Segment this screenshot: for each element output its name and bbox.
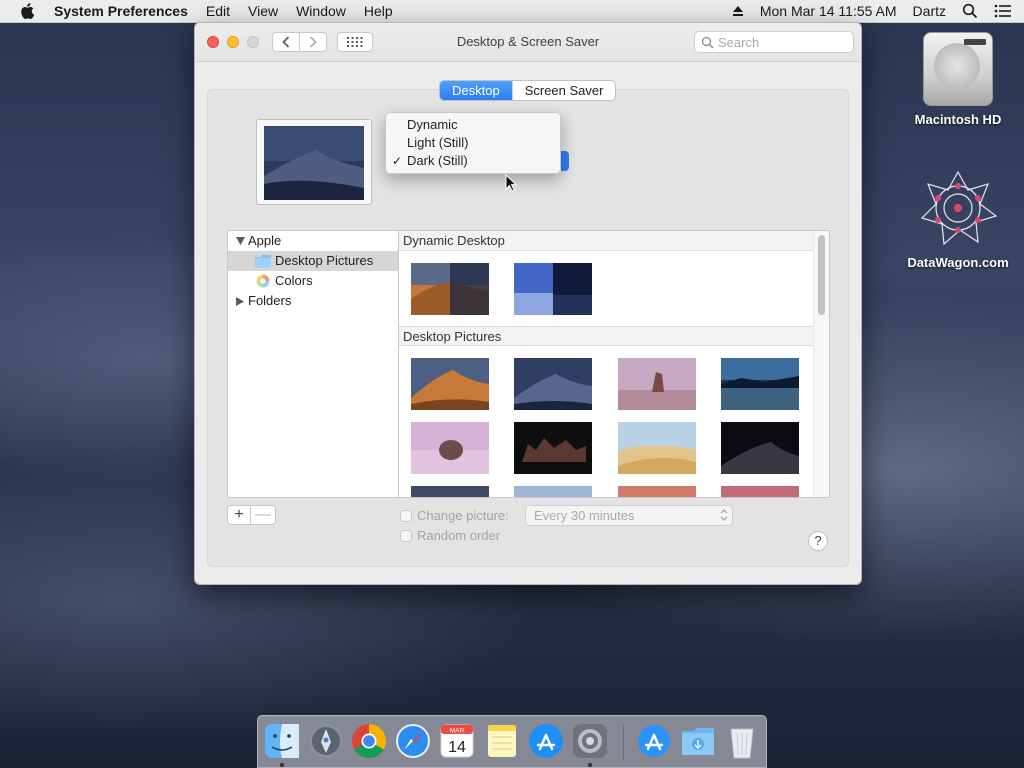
disclosure-closed-icon[interactable]: [236, 297, 244, 306]
menu-user[interactable]: Dartz: [913, 3, 946, 19]
finder-icon[interactable]: [263, 722, 301, 760]
menu-item-light-still[interactable]: Light (Still): [386, 134, 560, 152]
wallpaper-thumbnail[interactable]: [411, 486, 489, 498]
safari-icon[interactable]: [394, 722, 432, 760]
downloads-folder-icon[interactable]: [679, 722, 717, 760]
menu-window[interactable]: Window: [296, 3, 346, 19]
menu-app-name[interactable]: System Preferences: [54, 3, 188, 19]
wallpaper-thumbnail[interactable]: [618, 486, 696, 498]
search-placeholder: Search: [718, 34, 760, 50]
checkmark-icon: ✓: [392, 154, 403, 168]
mojave-dark-preview-image: [264, 126, 364, 200]
desktop-icon-macintosh-hd[interactable]: Macintosh HD: [903, 32, 1013, 127]
running-indicator: [280, 763, 284, 767]
help-button[interactable]: ?: [808, 531, 828, 551]
dock-separator: [623, 724, 624, 760]
appearance-menu: Dynamic Light (Still) ✓ Dark (Still): [385, 112, 561, 174]
tab-desktop[interactable]: Desktop: [440, 81, 512, 100]
section-header-desktop-pictures: Desktop Pictures: [399, 326, 813, 346]
menu-item-dynamic[interactable]: Dynamic: [386, 116, 560, 134]
sidebar-item-desktop-pictures[interactable]: Desktop Pictures: [228, 251, 398, 271]
sidebar-item-label: Desktop Pictures: [275, 253, 374, 268]
picture-browser: Dynamic Desktop Desktop Pictures: [398, 230, 830, 498]
calendar-month: MAR: [450, 728, 465, 735]
wallpaper-thumbnail[interactable]: [411, 358, 489, 410]
sidebar-item-folders[interactable]: Folders: [228, 291, 398, 311]
desktop-icon-label: Macintosh HD: [914, 112, 1002, 127]
menu-edit[interactable]: Edit: [206, 3, 230, 19]
random-order-label: Random order: [417, 528, 501, 543]
eject-icon[interactable]: [732, 5, 744, 17]
title-bar[interactable]: Desktop & Screen Saver Search: [195, 23, 861, 62]
spotlight-search-icon[interactable]: [962, 3, 978, 19]
running-indicator: [588, 763, 592, 767]
remove-folder-button[interactable]: —: [250, 505, 276, 525]
app-store-icon[interactable]: [527, 722, 565, 760]
wallpaper-thumbnail[interactable]: [721, 486, 799, 498]
wallpaper-thumbnail[interactable]: [721, 422, 799, 474]
wallpaper-thumbnail[interactable]: [514, 358, 592, 410]
menu-clock[interactable]: Mon Mar 14 11:55 AM: [760, 3, 897, 19]
menu-item-dark-still[interactable]: ✓ Dark (Still): [386, 152, 560, 170]
folder-icon: [255, 255, 271, 268]
menu-view[interactable]: View: [248, 3, 278, 19]
chrome-icon[interactable]: [350, 722, 388, 760]
wallpaper-thumbnail[interactable]: [721, 358, 799, 410]
wallpaper-thumbnail[interactable]: [514, 486, 592, 498]
wallpaper-thumbnail[interactable]: [514, 422, 592, 474]
mouse-pointer-icon: [505, 174, 517, 192]
desktop-preview: [256, 119, 372, 205]
change-interval-popup[interactable]: Every 30 minutes: [525, 505, 733, 526]
apple-logo-icon[interactable]: [20, 3, 34, 19]
hard-drive-icon: [923, 32, 993, 106]
notes-icon[interactable]: [483, 722, 521, 760]
sidebar-item-label: Folders: [248, 293, 292, 308]
add-folder-button[interactable]: +: [227, 505, 251, 525]
datawagon-logo-icon: [920, 170, 998, 246]
search-icon: [701, 36, 714, 48]
notification-center-icon[interactable]: [994, 4, 1012, 18]
sidebar-item-apple[interactable]: Apple: [228, 231, 398, 251]
search-field[interactable]: Search: [694, 31, 854, 53]
trash-icon[interactable]: [723, 722, 761, 760]
tab-control: Desktop Screen Saver: [439, 80, 617, 101]
disclosure-open-icon[interactable]: [236, 237, 245, 245]
sidebar-item-colors[interactable]: Colors: [228, 271, 398, 291]
wallpaper-thumbnail[interactable]: [618, 422, 696, 474]
menu-help[interactable]: Help: [364, 3, 393, 19]
color-wheel-icon: [256, 274, 270, 288]
calendar-day: 14: [448, 739, 466, 756]
source-list: Apple Desktop Pictures Colors Folders: [227, 230, 399, 498]
preferences-window: Desktop & Screen Saver Search Desktop Sc…: [194, 22, 862, 585]
desktop-icon-datawagon[interactable]: DataWagon.com: [903, 168, 1013, 270]
system-preferences-icon[interactable]: [571, 722, 609, 760]
change-picture-checkbox[interactable]: [400, 510, 412, 522]
menu-bar: System Preferences Edit View Window Help…: [0, 0, 1024, 23]
desktop-icon-label: DataWagon.com: [907, 255, 1009, 270]
wallpaper-thumbnail[interactable]: [411, 422, 489, 474]
tab-screen-saver[interactable]: Screen Saver: [511, 81, 616, 100]
app-store-downloads-stack-icon[interactable]: [635, 722, 673, 760]
section-header-dynamic-desktop: Dynamic Desktop: [399, 231, 813, 251]
vertical-scrollbar[interactable]: [813, 231, 829, 497]
wallpaper-thumbnail[interactable]: [411, 263, 489, 315]
sidebar-item-label: Apple: [248, 233, 282, 248]
change-interval-value: Every 30 minutes: [534, 508, 635, 523]
updown-arrows-icon: [720, 509, 728, 521]
wallpaper-thumbnail[interactable]: [514, 263, 592, 315]
appearance-popup-button[interactable]: [561, 151, 569, 171]
scrollbar-thumb[interactable]: [818, 235, 825, 315]
launchpad-icon[interactable]: [307, 722, 345, 760]
change-picture-label: Change picture:: [417, 508, 509, 523]
dock: MAR 14: [257, 715, 767, 768]
calendar-icon[interactable]: MAR 14: [438, 722, 476, 760]
menu-extras: Mon Mar 14 11:55 AM Dartz: [732, 0, 1012, 22]
sidebar-item-label: Colors: [275, 273, 313, 288]
random-order-checkbox[interactable]: [400, 530, 412, 542]
wallpaper-thumbnail[interactable]: [618, 358, 696, 410]
